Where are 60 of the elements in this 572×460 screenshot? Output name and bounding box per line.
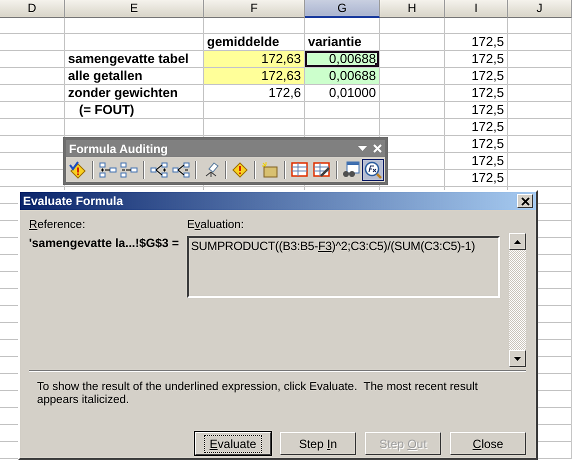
dialog-button[interactable]: Evaluate bbox=[195, 432, 271, 455]
sheet-cell-text: 172,5 bbox=[470, 68, 505, 84]
scroll-up-button[interactable] bbox=[509, 233, 526, 250]
sheet-cell-text: gemiddelde bbox=[206, 34, 280, 50]
column-header[interactable]: F bbox=[204, 0, 305, 18]
evaluation-label: Evaluation: bbox=[187, 219, 245, 233]
sheet-cell-text: 0,01000 bbox=[328, 85, 377, 101]
sheet-cell-text: variantie bbox=[307, 34, 362, 50]
sheet-cell-text: samengevatte tabel bbox=[67, 51, 190, 67]
sheet-cell-text: 172,5 bbox=[470, 170, 505, 186]
column-header[interactable]: E bbox=[65, 0, 204, 18]
toolbar-button[interactable] bbox=[362, 159, 384, 181]
warning-check-icon bbox=[68, 161, 87, 179]
sheet-cell-text: 172,5 bbox=[470, 136, 505, 152]
column-header[interactable]: D bbox=[0, 0, 65, 18]
sheet-cell-text: 172,5 bbox=[470, 153, 505, 169]
down-arrow-icon bbox=[514, 356, 521, 360]
up-arrow-icon bbox=[514, 240, 521, 244]
table-icon bbox=[290, 161, 309, 179]
sheet-cell-text: 172,5 bbox=[470, 34, 505, 50]
scroll-down-button[interactable] bbox=[509, 350, 526, 367]
sheet-cell-text: (= FOUT) bbox=[78, 102, 136, 118]
close-icon[interactable] bbox=[373, 144, 382, 153]
table-pencil-icon bbox=[312, 161, 331, 179]
warning-icon bbox=[231, 161, 250, 179]
column-header[interactable]: G bbox=[305, 0, 380, 18]
note-icon bbox=[261, 161, 280, 179]
dialog-button[interactable]: Step In bbox=[280, 432, 356, 455]
toolbar-title: Formula Auditing bbox=[69, 142, 168, 156]
column-header[interactable]: H bbox=[380, 0, 445, 18]
close-button[interactable] bbox=[517, 194, 533, 208]
binoculars-window-icon bbox=[342, 161, 360, 179]
close-icon bbox=[520, 196, 530, 206]
boxes-minus-icon bbox=[120, 161, 138, 179]
sheet-cell: 172,63 bbox=[204, 51, 304, 67]
branch-plus-icon bbox=[150, 161, 168, 179]
dialog-button[interactable]: Close bbox=[450, 432, 526, 455]
sheet-cell-text: 172,5 bbox=[470, 51, 505, 67]
help-text: To show the result of the underlined expression, click Evaluate. The most recent result appears italicized. bbox=[37, 381, 479, 407]
reference-value: 'samengevatte la...!$G$3 = bbox=[29, 236, 180, 250]
branch-minus-icon bbox=[172, 161, 190, 179]
sheet-cell: 0,00688 bbox=[305, 68, 379, 84]
sheet-cell: 0,00688 bbox=[305, 51, 379, 67]
sheet-cell-text: 172,5 bbox=[470, 102, 505, 118]
sheet-cell-text: zonder gewichten bbox=[67, 85, 179, 101]
formula-magnifier-icon bbox=[364, 161, 382, 179]
dropdown-icon bbox=[358, 146, 367, 151]
reference-label: Reference: bbox=[29, 219, 86, 233]
column-header[interactable]: J bbox=[508, 0, 572, 18]
sheet-cell-text: 172,5 bbox=[470, 85, 505, 101]
sheet-cell-text: 172,5 bbox=[470, 119, 505, 135]
formula-text: SUMPRODUCT((B3:B5-F3)^2;C3:C5)/(SUM(C3:C5)-1) bbox=[191, 239, 476, 253]
column-header[interactable]: I bbox=[445, 0, 508, 18]
boxes-plus-icon bbox=[98, 161, 117, 179]
dialog-title: Evaluate Formula bbox=[23, 194, 124, 208]
toolbar-title-bar[interactable]: Formula Auditing bbox=[66, 140, 385, 157]
sheet-cell-text: 172,6 bbox=[267, 85, 302, 101]
sheet-cell-text: alle getallen bbox=[67, 68, 144, 84]
sheet-cell: 172,63 bbox=[204, 68, 304, 84]
scrollbar[interactable] bbox=[509, 233, 526, 367]
